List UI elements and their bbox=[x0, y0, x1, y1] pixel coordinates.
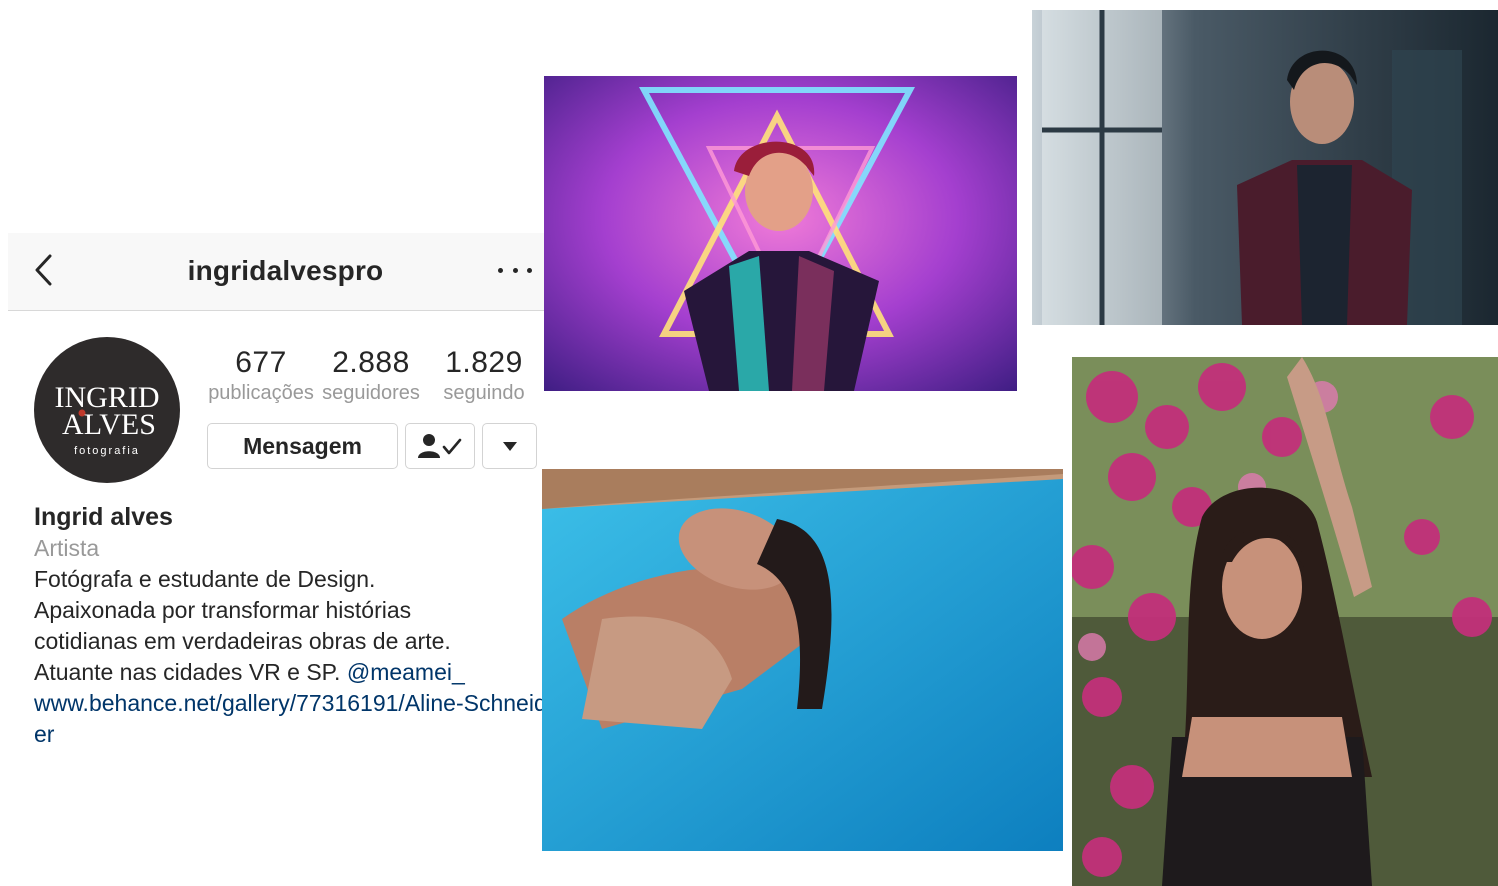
photo-flowers-portrait bbox=[1072, 357, 1498, 886]
profile-header-bar: ingridalvespro bbox=[8, 233, 563, 311]
stat-following[interactable]: 1.829 seguindo bbox=[432, 345, 536, 405]
bio-line-3: cotidianas em verdadeiras obras de arte. bbox=[34, 628, 451, 654]
bio-line-4: Atuante nas cidades VR e SP. @meamei_ bbox=[34, 657, 554, 688]
avatar-logo-line2: ALVES bbox=[62, 408, 156, 441]
message-button[interactable]: Mensagem bbox=[207, 423, 398, 469]
profile-stats: 677 publicações 2.888 seguidores 1.829 s… bbox=[206, 345, 546, 409]
avatar-logo-line3: fotografia bbox=[74, 445, 140, 457]
bio-line-4-text: Atuante nas cidades VR e SP. bbox=[34, 659, 347, 685]
profile-full-name: Ingrid alves bbox=[34, 503, 173, 531]
person-check-icon bbox=[418, 434, 462, 458]
profile-username: ingridalvespro bbox=[8, 255, 563, 287]
stat-following-label: seguindo bbox=[443, 382, 525, 404]
stat-posts-label: publicações bbox=[208, 382, 314, 404]
profile-username-text: ingridalvespro bbox=[187, 255, 384, 286]
stat-followers[interactable]: 2.888 seguidores bbox=[316, 345, 426, 405]
avatar[interactable]: INGRID ALVES fotografia bbox=[34, 337, 180, 483]
photo-pool-portrait bbox=[542, 469, 1063, 851]
profile-category: Artista bbox=[34, 535, 100, 561]
caret-down-icon bbox=[502, 441, 517, 451]
profile-bio: Ingrid alves Artista Fotógrafa e estudan… bbox=[34, 501, 554, 750]
bio-website-link[interactable]: www.behance.net/gallery/77316191/Aline-S… bbox=[34, 688, 554, 750]
suggestions-dropdown-button[interactable] bbox=[482, 423, 537, 469]
bio-line-1: Fotógrafa e estudante de Design. bbox=[34, 566, 376, 592]
stat-followers-label: seguidores bbox=[322, 382, 420, 404]
stat-following-value: 1.829 bbox=[445, 346, 523, 379]
bio-mention-link[interactable]: @meamei_ bbox=[347, 659, 465, 685]
stat-posts-value: 677 bbox=[235, 346, 287, 379]
stat-followers-value: 2.888 bbox=[332, 346, 410, 379]
photo-neon-portrait bbox=[544, 76, 1017, 391]
following-button[interactable] bbox=[405, 423, 475, 469]
profile-card: ingridalvespro INGRID ALVES fotografia 6… bbox=[8, 233, 563, 764]
bio-line-2: Apaixonada por transformar histórias bbox=[34, 597, 412, 623]
photo-window-portrait bbox=[1032, 10, 1498, 325]
more-horizontal-icon[interactable] bbox=[498, 257, 532, 283]
stat-posts[interactable]: 677 publicações bbox=[206, 345, 316, 405]
